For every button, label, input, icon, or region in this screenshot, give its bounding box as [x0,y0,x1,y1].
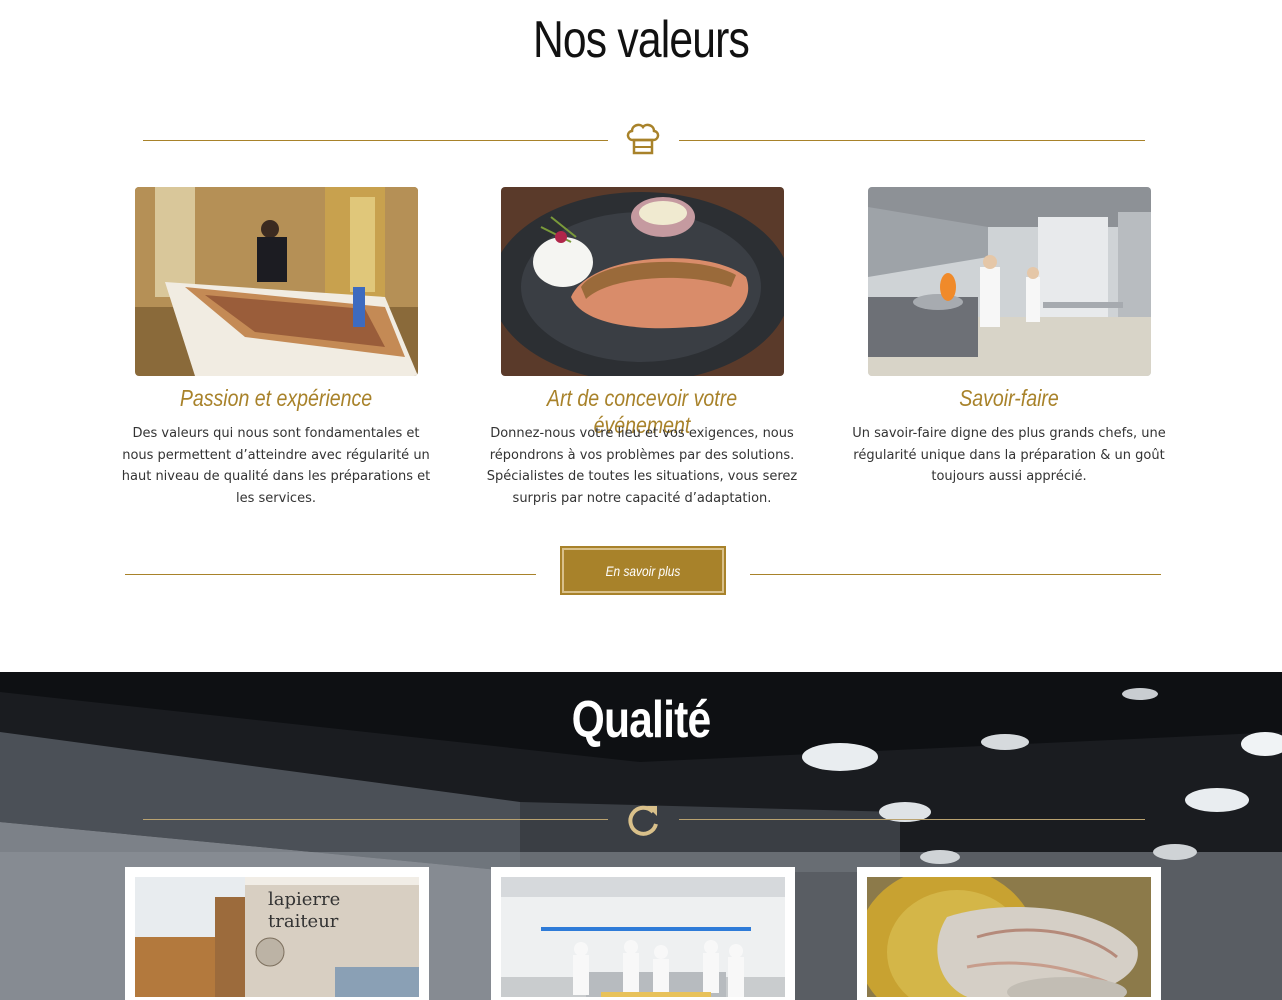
buffet-photo [135,187,418,376]
card-title-savoir: Savoir-faire [959,385,1059,411]
divider-right [679,140,1145,141]
card-text-art: Donnez-nous votre lieu et vos exigences,… [486,426,798,506]
button-divider-left [125,574,536,575]
card-title-passion: Passion et expérience [179,385,373,411]
card-text-passion: Des valeurs qui nous sont fondamentales … [121,426,431,506]
quality-divider-left [143,819,608,820]
card-text-savoir: Un savoir-faire digne des plus grands ch… [852,426,1166,484]
quality-title: Qualité [571,691,712,749]
kitchen-photo [868,187,1151,376]
learn-more-button[interactable]: En savoir plus [560,546,726,595]
building-sign-line1: lapierre [268,889,340,910]
values-section: Nos valeurs Passion et expérience Des va… [0,0,1282,672]
quality-divider-right [679,819,1145,820]
refresh-icon [628,805,658,836]
quality-card-chefs [491,867,795,1000]
building-photo: lapierre traiteur [135,877,419,997]
marinated-fish-photo [867,877,1151,997]
quality-section: Qualité lapierre traiteur [0,672,1282,1000]
chef-hat-icon [626,123,660,155]
values-title: Nos valeurs [532,11,750,69]
salmon-dish-photo [501,187,784,376]
quality-card-building: lapierre traiteur [125,867,429,1000]
quality-card-fish [857,867,1161,1000]
building-sign-line2: traiteur [268,911,339,932]
chefs-team-photo [501,877,785,997]
learn-more-label: En savoir plus [605,562,681,579]
divider-left [143,140,608,141]
button-divider-right [750,574,1161,575]
